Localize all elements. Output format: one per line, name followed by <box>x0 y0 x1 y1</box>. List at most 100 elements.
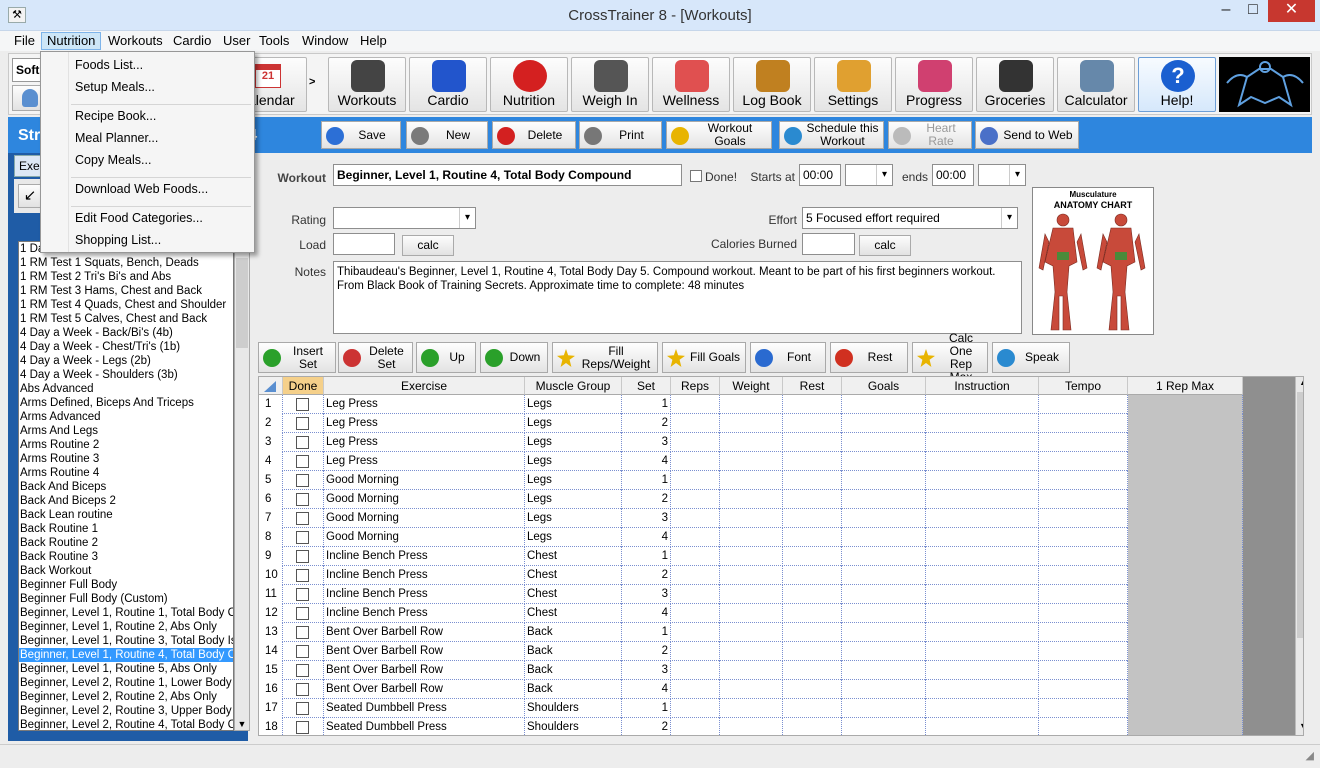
column-header[interactable]: Weight <box>720 377 783 395</box>
set-cell[interactable]: 3 <box>622 509 671 528</box>
list-item[interactable]: Beginner, Level 2, Routine 1, Lower Body <box>19 676 233 690</box>
tempo-cell[interactable] <box>1039 642 1128 661</box>
one-rep-max-cell[interactable] <box>1128 509 1243 528</box>
scroll-thumb[interactable] <box>236 258 248 348</box>
instruction-cell[interactable] <box>926 604 1039 623</box>
set-cell[interactable]: 2 <box>622 718 671 735</box>
list-item[interactable]: 1 RM Test 1 Squats, Bench, Deads <box>19 256 233 270</box>
one-rep-max-cell[interactable] <box>1128 395 1243 414</box>
exercise-cell[interactable]: Leg Press <box>324 452 525 471</box>
menu-tools[interactable]: Tools <box>254 33 294 50</box>
rest-cell[interactable] <box>783 528 842 547</box>
reps-cell[interactable] <box>671 604 720 623</box>
table-row[interactable]: 14 Bent Over Barbell Row Back 2 <box>259 642 1243 661</box>
goals-cell[interactable] <box>842 661 926 680</box>
close-icon[interactable]: ✕ <box>1268 0 1315 22</box>
goals-cell[interactable] <box>842 414 926 433</box>
list-item[interactable]: 1 RM Test 2 Tri's Bi's and Abs <box>19 270 233 284</box>
table-row[interactable]: 3 Leg Press Legs 3 <box>259 433 1243 452</box>
done-cell[interactable] <box>283 566 324 585</box>
instruction-cell[interactable] <box>926 566 1039 585</box>
set-cell[interactable]: 3 <box>622 661 671 680</box>
instruction-cell[interactable] <box>926 509 1039 528</box>
weight-cell[interactable] <box>720 509 783 528</box>
scroll-up-icon[interactable]: ▲ <box>1296 377 1303 391</box>
column-header[interactable]: Instruction <box>926 377 1039 395</box>
list-item[interactable]: Back And Biceps <box>19 480 233 494</box>
weight-cell[interactable] <box>720 414 783 433</box>
reps-cell[interactable] <box>671 433 720 452</box>
grid-fill-reps-weight-button[interactable]: Fill Reps/Weight <box>552 342 658 373</box>
done-checkbox[interactable] <box>296 512 309 525</box>
instruction-cell[interactable] <box>926 718 1039 735</box>
muscle-group-cell[interactable]: Chest <box>525 547 622 566</box>
muscle-group-cell[interactable]: Legs <box>525 452 622 471</box>
reps-cell[interactable] <box>671 395 720 414</box>
column-header[interactable]: Exercise <box>324 377 525 395</box>
goals-cell[interactable] <box>842 604 926 623</box>
column-header[interactable]: Set <box>622 377 671 395</box>
reps-cell[interactable] <box>671 471 720 490</box>
set-cell[interactable]: 3 <box>622 585 671 604</box>
done-checkbox[interactable] <box>296 569 309 582</box>
column-header[interactable]: Rest <box>783 377 842 395</box>
table-row[interactable]: 1 Leg Press Legs 1 <box>259 395 1243 414</box>
list-item[interactable]: Back Routine 1 <box>19 522 233 536</box>
exercise-cell[interactable]: Seated Dumbbell Press <box>324 718 525 735</box>
instruction-cell[interactable] <box>926 642 1039 661</box>
list-item[interactable]: 1 RM Test 5 Calves, Chest and Back <box>19 312 233 326</box>
list-item[interactable]: Back Workout <box>19 564 233 578</box>
toolbar-cardio-button[interactable]: Cardio <box>409 57 487 112</box>
toolbar-wellness-button[interactable]: Wellness <box>652 57 730 112</box>
list-item[interactable]: Back Routine 3 <box>19 550 233 564</box>
table-row[interactable]: 17 Seated Dumbbell Press Shoulders 1 <box>259 699 1243 718</box>
list-item[interactable]: Beginner, Level 1, Routine 5, Abs Only <box>19 662 233 676</box>
instruction-cell[interactable] <box>926 414 1039 433</box>
list-item[interactable]: Arms Routine 2 <box>19 438 233 452</box>
done-checkbox[interactable] <box>296 550 309 563</box>
menu-file[interactable]: File <box>9 33 40 50</box>
menu-item-meal-planner[interactable]: Meal Planner... <box>75 131 158 145</box>
reps-cell[interactable] <box>671 699 720 718</box>
start-ampm-select[interactable]: ▾ <box>845 164 893 186</box>
set-cell[interactable]: 4 <box>622 680 671 699</box>
set-cell[interactable]: 1 <box>622 699 671 718</box>
exercise-cell[interactable]: Leg Press <box>324 395 525 414</box>
notes-textarea[interactable]: Thibaudeau's Beginner, Level 1, Routine … <box>333 261 1022 334</box>
toolbar-weigh-in-button[interactable]: Weigh In <box>571 57 649 112</box>
tempo-cell[interactable] <box>1039 528 1128 547</box>
muscle-group-cell[interactable]: Legs <box>525 528 622 547</box>
goals-cell[interactable] <box>842 718 926 735</box>
list-item[interactable]: 4 Day a Week - Legs (2b) <box>19 354 233 368</box>
weight-cell[interactable] <box>720 528 783 547</box>
done-cell[interactable] <box>283 452 324 471</box>
exercise-cell[interactable]: Good Morning <box>324 490 525 509</box>
one-rep-max-cell[interactable] <box>1128 680 1243 699</box>
exercise-cell[interactable]: Bent Over Barbell Row <box>324 680 525 699</box>
reps-cell[interactable] <box>671 490 720 509</box>
weight-cell[interactable] <box>720 395 783 414</box>
exercise-cell[interactable]: Leg Press <box>324 414 525 433</box>
exercise-cell[interactable]: Incline Bench Press <box>324 604 525 623</box>
menu-item-edit-food-categories[interactable]: Edit Food Categories... <box>75 211 203 225</box>
one-rep-max-cell[interactable] <box>1128 471 1243 490</box>
list-item[interactable]: Beginner Full Body (Custom) <box>19 592 233 606</box>
done-checkbox[interactable] <box>296 436 309 449</box>
one-rep-max-cell[interactable] <box>1128 490 1243 509</box>
reps-cell[interactable] <box>671 718 720 735</box>
done-cell[interactable] <box>283 471 324 490</box>
toolbar-settings-button[interactable]: Settings <box>814 57 892 112</box>
grid-fill-goals-button[interactable]: Fill Goals <box>662 342 746 373</box>
set-cell[interactable]: 1 <box>622 395 671 414</box>
goals-cell[interactable] <box>842 509 926 528</box>
weight-cell[interactable] <box>720 699 783 718</box>
done-cell[interactable] <box>283 604 324 623</box>
menu-help[interactable]: Help <box>355 33 392 50</box>
goals-cell[interactable] <box>842 547 926 566</box>
set-cell[interactable]: 2 <box>622 414 671 433</box>
done-checkbox[interactable] <box>296 721 309 734</box>
instruction-cell[interactable] <box>926 623 1039 642</box>
list-item[interactable]: Arms Defined, Biceps And Triceps <box>19 396 233 410</box>
table-row[interactable]: 18 Seated Dumbbell Press Shoulders 2 <box>259 718 1243 735</box>
scroll-thumb[interactable] <box>1297 392 1303 638</box>
